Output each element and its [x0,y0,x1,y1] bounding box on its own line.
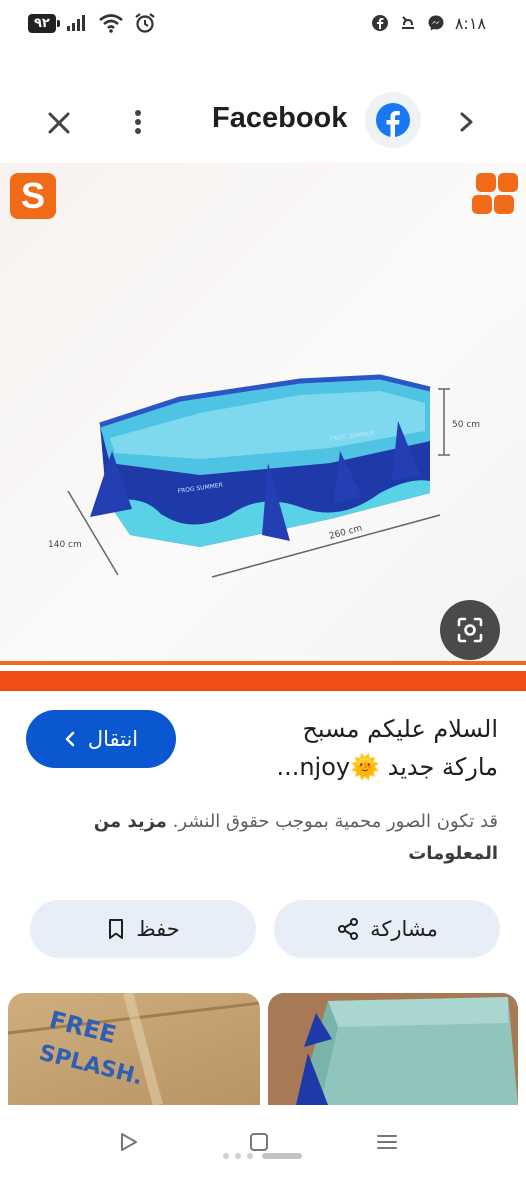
width-dimension-label: 140 cm [48,540,82,550]
main-image[interactable]: S 50 cm 140 cm 260 cm FROG SUMMER FROG S… [0,163,526,691]
lens-icon [457,617,483,643]
box-text-splash: SPLASH. [37,1041,146,1091]
related-image-thumbnail[interactable] [268,993,518,1105]
back-triangle-icon[interactable] [114,1127,144,1157]
signal-icon [66,15,85,31]
box-text-free: FREE [47,1006,119,1050]
clock: ٨:١٨ [454,13,486,33]
save-button[interactable]: حفظ [30,900,256,958]
battery-indicator: ٩٢ [28,13,60,33]
length-dimension-label: 260 cm [328,523,363,541]
wifi-icon [99,14,123,33]
home-square-icon[interactable] [244,1127,274,1157]
box-packaging-image: FREE SPLASH. [8,993,260,1105]
status-icons-left: ٩٢ [28,12,156,34]
status-bar: ٩٢ ٨:١٨ [0,0,526,46]
related-image-thumbnail[interactable]: FREE SPLASH. [8,993,260,1105]
pool-illustration: 50 cm 140 cm 260 cm FROG SUMMER FROG SUM… [48,374,480,578]
copyright-notice: قد تكون الصور محمية بموجب حقوق النشر. مز… [18,806,498,870]
facebook-logo-icon [376,103,410,137]
chevron-left-icon [65,731,75,747]
result-title-line-1: السلام عليكم مسبح [302,715,498,743]
more-dot [135,128,141,134]
chevron-right-icon[interactable] [454,108,480,136]
messenger-notification-icon [428,15,444,31]
close-icon[interactable] [44,108,74,138]
share-icon [338,918,359,940]
alarm-icon [135,13,155,33]
viewer-top-bar: Facebook [0,84,526,160]
more-dot [135,119,141,125]
source-site-title: Facebook [212,102,348,134]
system-navigation-bar [0,1105,526,1178]
status-icons-right: ٨:١٨ [371,14,486,33]
cloud-notification-icon [401,16,414,29]
more-options-button[interactable] [124,106,152,138]
copyright-text: قد تكون الصور محمية بموجب حقوق النشر. [172,811,498,832]
visit-button-label: انتقال [87,727,139,751]
result-title[interactable]: السلام عليكم مسبح ماركة جديد 🌞njoy... [188,710,498,786]
pool-photo-image [268,993,518,1105]
share-button[interactable]: مشاركة [274,900,500,958]
orange-footer-band [0,661,526,691]
result-title-line-2: ماركة جديد 🌞njoy... [276,753,498,781]
bookmark-icon [109,919,124,939]
save-button-label: حفظ [136,917,180,941]
visit-button[interactable]: انتقال [26,710,176,768]
google-lens-button[interactable] [440,600,500,660]
site-favicon [365,92,421,148]
facebook-notification-icon [371,15,388,31]
recents-menu-icon[interactable] [372,1127,402,1157]
share-button-label: مشاركة [370,917,438,941]
height-dimension-label: 50 cm [452,420,480,430]
more-dot [135,110,141,116]
